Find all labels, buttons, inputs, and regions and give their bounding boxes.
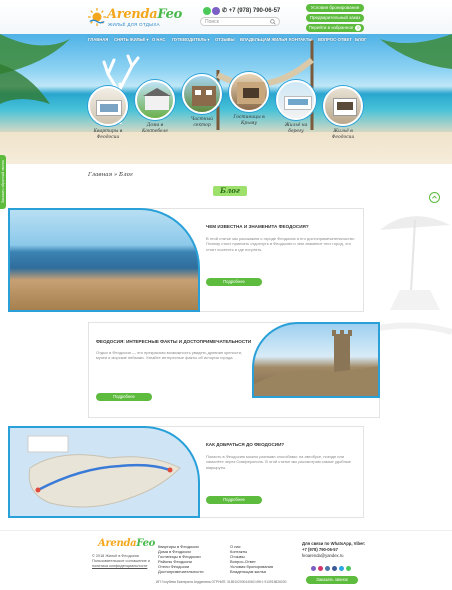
- viber-icon[interactable]: [212, 7, 220, 15]
- page-title: Блог: [213, 186, 247, 196]
- nav-rent[interactable]: Снять жильё ▾: [114, 37, 149, 42]
- nav-home[interactable]: Главная: [88, 37, 108, 42]
- whatsapp-icon[interactable]: [346, 566, 351, 571]
- footer-phone[interactable]: +7 (978) 790-06-57: [302, 547, 338, 552]
- category-private[interactable]: Частный сектор: [181, 74, 223, 129]
- category-image: [182, 74, 222, 114]
- article-excerpt: Отдых в Феодосии — это прекрасная возмож…: [96, 350, 243, 361]
- logo-tagline: Жильё для отдыха: [108, 22, 160, 27]
- category-label-line2: Феодосии: [96, 135, 120, 140]
- category-image: [88, 86, 128, 126]
- search-icon[interactable]: [270, 19, 276, 25]
- article-more-button[interactable]: Подробнее: [206, 278, 262, 286]
- footer-callback-button[interactable]: Заказать звонок: [306, 576, 358, 584]
- map-icon: [27, 435, 181, 508]
- category-label-line1: Жильё в: [333, 129, 353, 134]
- category-seaside[interactable]: Жильё на берегу: [275, 80, 317, 135]
- category-feodosia[interactable]: Жильё в Феодосии: [322, 86, 364, 141]
- instagram-icon[interactable]: [318, 566, 323, 571]
- viber-icon[interactable]: [311, 566, 316, 571]
- footer-link[interactable]: Владельцам жилья: [230, 569, 266, 574]
- footer-logo-accent: Feo: [136, 538, 156, 549]
- beach-umbrella-icon: [370, 216, 452, 335]
- nav-guide[interactable]: Путеводитель ▾: [172, 37, 210, 42]
- article-title[interactable]: Как добраться до Феодосии?: [206, 442, 284, 447]
- category-houses[interactable]: Дома в Коктебеле: [134, 80, 176, 135]
- fortress-icon: [254, 330, 378, 396]
- nav-contacts[interactable]: Контакты: [289, 37, 312, 42]
- search-input[interactable]: Поиск: [200, 17, 280, 26]
- favorites-label: Перейти в избранное: [308, 25, 354, 30]
- category-label-line2: сектор: [193, 123, 211, 128]
- logo-text-accent: Feo: [157, 7, 182, 22]
- category-label-line1: Частный: [191, 117, 213, 122]
- favorites-count-badge: 0: [355, 25, 362, 31]
- article-excerpt: В этой статье мы расскажем о городе Феод…: [206, 236, 356, 252]
- article-title[interactable]: Феодосия: интересные факты и достопримеч…: [96, 339, 251, 344]
- facebook-icon[interactable]: [332, 566, 337, 571]
- article-image-fortress[interactable]: [252, 322, 380, 398]
- category-label-line2: Коктебеле: [141, 129, 169, 134]
- article-image-sea[interactable]: [8, 208, 200, 312]
- category-list: Квартиры в Феодосии Дома в Коктебеле Частн…: [0, 72, 452, 166]
- vk-icon[interactable]: [325, 566, 330, 571]
- category-label-line1: Квартиры в: [93, 129, 123, 134]
- callback-side-tab-label: Заказать обратный звонок: [1, 160, 5, 204]
- site-logo[interactable]: ArendaFeo Жильё для отдыха: [88, 6, 182, 32]
- nav-faq[interactable]: Вопрос-ответ: [318, 37, 352, 42]
- article-excerpt: Попасть в Феодосию можно разными способа…: [206, 454, 351, 470]
- article-image-map[interactable]: [8, 426, 200, 518]
- nav-owners[interactable]: Владельцам жилья: [240, 37, 287, 42]
- booking-conditions-button[interactable]: Условия бронирования: [306, 4, 364, 12]
- category-hotels[interactable]: Гостиницы в Крыму: [228, 72, 270, 127]
- category-image: [323, 86, 363, 126]
- whatsapp-icon[interactable]: [203, 7, 211, 15]
- nav-reviews[interactable]: Отзывы: [215, 37, 235, 42]
- footer-privacy-link[interactable]: политика конфиденциальности: [92, 564, 147, 568]
- category-label-line2: Феодосии: [331, 135, 355, 140]
- category-image: [276, 80, 316, 120]
- sun-logo-icon: [88, 8, 106, 26]
- nav-blog[interactable]: Блог: [355, 37, 366, 42]
- footer-about-line: © 2018 Жильё в Феодосии: [92, 554, 139, 558]
- main-nav: Главная Снять жильё ▾ О нас Путеводитель…: [0, 36, 452, 44]
- category-label-line2: берегу: [288, 129, 304, 134]
- category-image: [229, 72, 269, 112]
- page-title-wrap: Блог: [213, 186, 247, 196]
- search-placeholder: Поиск: [205, 19, 219, 25]
- header-phone-number: +7 (978) 790-06-57: [228, 8, 281, 14]
- breadcrumb[interactable]: Главная » Блог: [88, 172, 133, 178]
- telegram-icon[interactable]: [339, 566, 344, 571]
- footer-email[interactable]: feoarenda@yandex.ru: [302, 553, 344, 558]
- footer-logo-main: Arenda: [98, 538, 137, 549]
- phone-icon: ✆: [222, 8, 229, 14]
- category-label-line1: Гостиницы в: [233, 115, 265, 120]
- footer-terms-link[interactable]: Пользовательское соглашение и: [92, 559, 150, 563]
- footer-copyright: ИП Голубева Екатерина Андреевна ОГРНИП: …: [156, 580, 287, 584]
- footer-link[interactable]: Достопримечательности: [158, 569, 203, 574]
- category-image: [135, 80, 175, 120]
- category-label-line1: Жильё на: [284, 123, 308, 128]
- article-more-button[interactable]: Подробнее: [206, 496, 262, 504]
- category-apartments[interactable]: Квартиры в Феодосии: [87, 86, 129, 141]
- preorder-button[interactable]: Предварительный заказ: [306, 14, 364, 22]
- footer-contact-title: Для связи по WhatsApp, Viber:: [302, 541, 366, 546]
- category-label-line1: Дома в: [146, 123, 164, 128]
- site-header: ArendaFeo Жильё для отдыха ✆ +7 (978) 79…: [0, 0, 452, 36]
- category-label-line2: Крыму: [241, 121, 257, 126]
- header-phone[interactable]: ✆ +7 (978) 790-06-57: [222, 7, 280, 14]
- favorites-button[interactable]: Перейти в избранное 0: [306, 24, 364, 32]
- article-title[interactable]: Чем известна и знаменита Феодосия?: [206, 224, 309, 229]
- nav-about[interactable]: О нас: [152, 37, 165, 42]
- article-more-button[interactable]: Подробнее: [96, 393, 152, 401]
- logo-text-main: Arenda: [107, 7, 158, 22]
